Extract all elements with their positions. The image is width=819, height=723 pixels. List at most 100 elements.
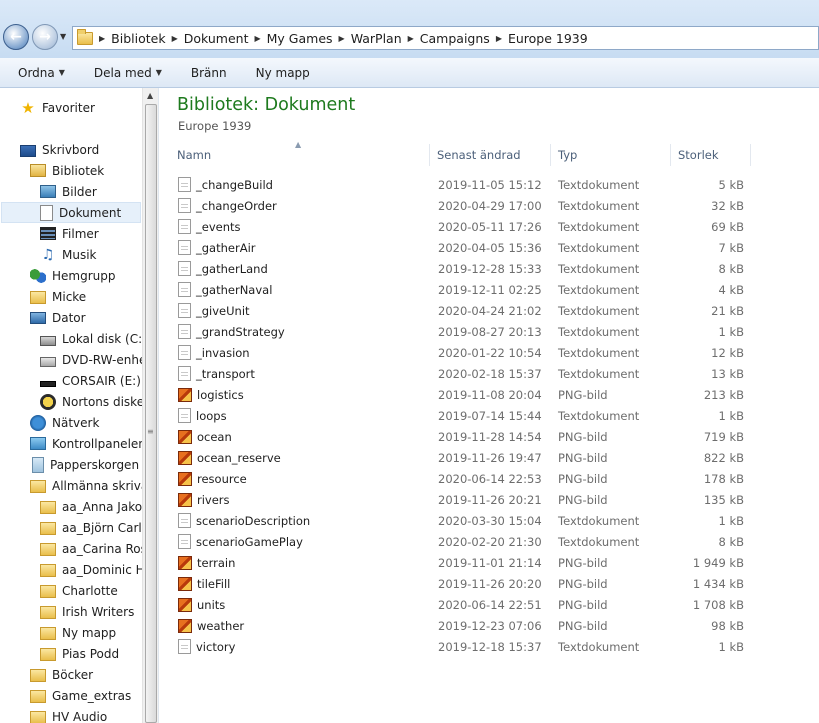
nav-folder-pias-podd[interactable]: Pias Podd — [40, 643, 119, 664]
nav-favorites[interactable]: ★ Favoriter — [20, 97, 95, 118]
chevron-right-icon[interactable]: ▶ — [254, 34, 260, 43]
nav-pictures[interactable]: Bilder — [40, 181, 97, 202]
column-header-type[interactable]: Typ — [551, 144, 671, 166]
file-row[interactable]: _gatherAir 2020-04-05 15:36 Textdokument 7 … — [170, 237, 750, 258]
file-row[interactable]: loops 2019-07-14 15:44 Textdokument 1 kB — [170, 405, 750, 426]
file-size: 21 kB — [711, 303, 744, 318]
chevron-right-icon[interactable]: ▶ — [172, 34, 178, 43]
file-row[interactable]: ocean 2019-11-28 14:54 PNG-bild 719 kB — [170, 426, 750, 447]
nav-folder-hv-audio[interactable]: HV Audio — [30, 706, 107, 723]
column-header-date[interactable]: Senast ändrad — [430, 144, 551, 166]
forward-button[interactable]: → — [32, 24, 58, 50]
file-row[interactable]: terrain 2019-11-01 21:14 PNG-bild 1 949 kB — [170, 552, 750, 573]
file-row[interactable]: _changeOrder 2020-04-29 17:00 Textdokument… — [170, 195, 750, 216]
nav-music[interactable]: ♫ Musik — [40, 244, 97, 265]
file-date: 2020-02-20 21:30 — [438, 534, 542, 549]
file-row[interactable]: _invasion 2020-01-22 10:54 Textdokument 12 … — [170, 342, 750, 363]
burn-button[interactable]: Bränn — [171, 58, 236, 87]
file-row[interactable]: scenarioGamePlay 2020-02-20 21:30 Textdoku… — [170, 531, 750, 552]
nav-label: Kontrollpanelen — [52, 436, 142, 451]
file-row[interactable]: _transport 2020-02-18 15:37 Textdokument 13… — [170, 363, 750, 384]
address-box[interactable]: ▶ Bibliotek ▶ Dokument ▶ My Games ▶ WarP… — [72, 26, 819, 50]
chevron-down-icon: ▼ — [58, 68, 65, 77]
nav-folder-dominic[interactable]: aa_Dominic Hc — [40, 559, 142, 580]
nav-micke[interactable]: Micke — [30, 286, 86, 307]
chevron-right-icon[interactable]: ▶ — [408, 34, 414, 43]
burn-label: Bränn — [190, 65, 227, 80]
breadcrumb-europe-1939[interactable]: Europe 1939 — [508, 31, 588, 46]
breadcrumb-dokument[interactable]: Dokument — [184, 31, 249, 46]
file-row[interactable]: _grandStrategy 2019-08-27 20:13 Textdokume… — [170, 321, 750, 342]
file-name: scenarioGamePlay — [196, 534, 303, 549]
new-folder-button[interactable]: Ny mapp — [236, 58, 319, 87]
nav-desktop[interactable]: Skrivbord — [20, 139, 99, 160]
file-date: 2019-08-27 20:13 — [438, 324, 542, 339]
png-file-icon — [178, 492, 192, 507]
scrollbar-thumb[interactable] — [145, 104, 157, 723]
file-row[interactable]: ocean_reserve 2019-11-26 19:47 PNG-bild 822… — [170, 447, 750, 468]
breadcrumb-bibliotek[interactable]: Bibliotek — [111, 31, 165, 46]
chevron-right-icon[interactable]: ▶ — [99, 34, 105, 43]
folder-icon — [40, 648, 56, 661]
nav-libraries[interactable]: Bibliotek — [30, 160, 104, 181]
nav-folder-bjorn[interactable]: aa_Björn Carlss — [40, 517, 142, 538]
content-pane: Bibliotek: Dokument Europe 1939 ▲ Namn S… — [162, 88, 819, 723]
nav-corsair[interactable]: CORSAIR (E:) — [40, 370, 141, 391]
file-row[interactable]: logistics 2019-11-08 20:04 PNG-bild 213 kB — [170, 384, 750, 405]
nav-recycle-bin[interactable]: Papperskorgen — [30, 454, 139, 475]
text-file-icon — [178, 324, 191, 339]
file-row[interactable]: victory 2019-12-18 15:37 Textdokument 1 kB — [170, 636, 750, 657]
file-type: PNG-bild — [558, 450, 608, 465]
nav-folder-bocker[interactable]: Böcker — [30, 664, 93, 685]
organize-button[interactable]: Ordna ▼ — [0, 58, 74, 87]
share-button[interactable]: Dela med ▼ — [74, 58, 171, 87]
file-row[interactable]: _gatherLand 2019-12-28 15:33 Textdokument 8… — [170, 258, 750, 279]
library-subtitle: Europe 1939 — [178, 119, 252, 133]
file-row[interactable]: scenarioDescription 2020-03-30 15:04 Textd… — [170, 510, 750, 531]
nav-folder-ny-mapp[interactable]: Ny mapp — [40, 622, 116, 643]
folder-icon — [40, 522, 56, 535]
breadcrumb-my-games[interactable]: My Games — [267, 31, 333, 46]
nav-computer[interactable]: Dator — [30, 307, 86, 328]
file-row[interactable]: resource 2020-06-14 22:53 PNG-bild 178 kB — [170, 468, 750, 489]
pane-splitter[interactable] — [158, 88, 161, 723]
nav-dvd-drive[interactable]: DVD-RW-enhet — [40, 349, 142, 370]
column-header-name[interactable]: Namn — [162, 144, 430, 166]
file-type: PNG-bild — [558, 471, 608, 486]
nav-public-folder[interactable]: Allmänna skrivak — [30, 475, 142, 496]
nav-control-panel[interactable]: Kontrollpanelen — [30, 433, 142, 454]
nav-folder-game-extras[interactable]: Game_extras — [30, 685, 131, 706]
nav-nortons-disk[interactable]: Nortons disken — [40, 391, 142, 412]
chevron-right-icon[interactable]: ▶ — [496, 34, 502, 43]
navigation-scrollbar[interactable]: ▲ ≡ — [142, 88, 158, 723]
nav-network[interactable]: Nätverk — [30, 412, 99, 433]
column-header-size[interactable]: Storlek — [671, 144, 751, 166]
file-row[interactable]: weather 2019-12-23 07:06 PNG-bild 98 kB — [170, 615, 750, 636]
recent-pages-dropdown-icon[interactable]: ▼ — [60, 32, 66, 41]
file-type: Textdokument — [558, 282, 640, 297]
nav-videos[interactable]: Filmer — [40, 223, 99, 244]
nav-folder-irish-writers[interactable]: Irish Writers — [40, 601, 134, 622]
nav-folder-carina[interactable]: aa_Carina Rose — [40, 538, 142, 559]
breadcrumb-warplan[interactable]: WarPlan — [351, 31, 402, 46]
scroll-up-arrow-icon[interactable]: ▲ — [147, 91, 153, 100]
nav-local-disk[interactable]: Lokal disk (C:) — [40, 328, 142, 349]
nav-homegroup[interactable]: Hemgrupp — [30, 265, 116, 286]
file-row[interactable]: rivers 2019-11-26 20:21 PNG-bild 135 kB — [170, 489, 750, 510]
file-name-cell: scenarioDescription — [178, 510, 310, 531]
file-row[interactable]: _gatherNaval 2019-12-11 02:25 Textdokument… — [170, 279, 750, 300]
file-row[interactable]: tileFill 2019-11-26 20:20 PNG-bild 1 434 kB — [170, 573, 750, 594]
nav-documents[interactable]: Dokument — [1, 202, 141, 223]
file-name-cell: logistics — [178, 384, 244, 405]
breadcrumb-campaigns[interactable]: Campaigns — [420, 31, 490, 46]
file-row[interactable]: _giveUnit 2020-04-24 21:02 Textdokument 21 … — [170, 300, 750, 321]
nav-label: Bibliotek — [52, 163, 105, 178]
text-file-icon — [178, 177, 191, 192]
back-button[interactable]: ← — [3, 24, 29, 50]
file-row[interactable]: _events 2020-05-11 17:26 Textdokument 69 kB — [170, 216, 750, 237]
chevron-right-icon[interactable]: ▶ — [339, 34, 345, 43]
file-row[interactable]: _changeBuild 2019-11-05 15:12 Textdokument… — [170, 174, 750, 195]
nav-folder-anna[interactable]: aa_Anna Jakob — [40, 496, 142, 517]
nav-folder-charlotte[interactable]: Charlotte — [40, 580, 118, 601]
file-row[interactable]: units 2020-06-14 22:51 PNG-bild 1 708 kB — [170, 594, 750, 615]
